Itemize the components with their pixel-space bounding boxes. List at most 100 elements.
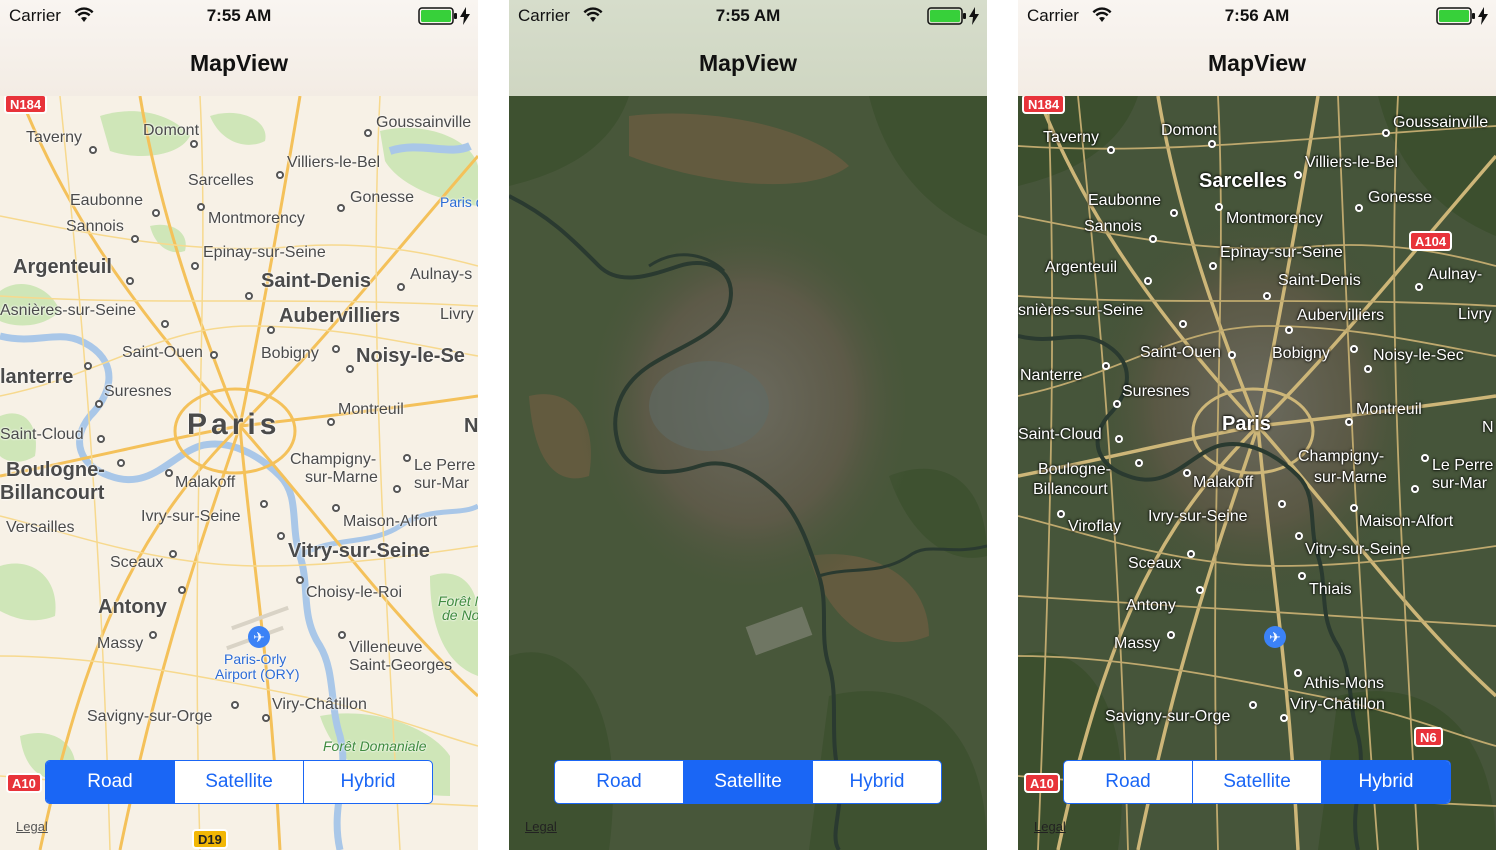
place-label: Suresnes <box>104 383 172 400</box>
place-label: Sarcelles <box>1199 170 1287 192</box>
place-label: Vitry-sur-Seine <box>288 540 430 562</box>
place-dot <box>1364 365 1372 373</box>
place-dot <box>337 204 345 212</box>
map-view-hybrid[interactable]: N184 A104 N6 A10 Taverny Domont Goussain… <box>1018 96 1496 850</box>
place-label: Domont <box>143 122 200 139</box>
place-dot <box>1113 400 1121 408</box>
route-shield: N184 <box>1022 96 1066 114</box>
place-dot <box>178 586 186 594</box>
place-dot <box>1057 510 1065 518</box>
place-label: Argenteuil <box>13 256 112 278</box>
place-label: lanterre <box>0 366 74 388</box>
place-label: Aubervilliers <box>1297 307 1385 324</box>
place-label: N <box>1482 419 1494 436</box>
place-dot <box>197 203 205 211</box>
place-dot <box>260 500 268 508</box>
place-label: Sarcelles <box>188 172 254 189</box>
status-bar: Carrier 7:55 AM <box>509 0 987 32</box>
charging-bolt-icon <box>1478 7 1488 25</box>
segment-hybrid[interactable]: Hybrid <box>304 761 432 803</box>
legal-link[interactable]: Legal <box>525 819 557 834</box>
place-dot <box>1285 326 1293 334</box>
place-label: Saint-Cloud <box>0 426 84 443</box>
place-dot <box>262 714 270 722</box>
place-label: Noisy-le-Sec <box>1373 347 1464 364</box>
place-label: Gonesse <box>350 189 415 206</box>
place-label: Paris-Orly <box>224 651 287 667</box>
airport-icon: ✈ <box>1264 626 1286 648</box>
route-shield: N184 <box>4 96 48 114</box>
place-dot <box>1228 351 1236 359</box>
segment-hybrid[interactable]: Hybrid <box>1322 761 1450 803</box>
place-label: Antony <box>1126 597 1176 614</box>
map-type-segmented-control[interactable]: Road Satellite Hybrid <box>554 760 942 804</box>
route-shield: A104 <box>1409 231 1453 251</box>
place-label: Champigny- <box>1298 448 1385 465</box>
place-dot <box>161 320 169 328</box>
place-label: sur-Marne <box>1314 469 1387 486</box>
place-dot <box>89 146 97 154</box>
map-view-satellite[interactable]: Legal <box>509 96 987 850</box>
place-label: Champigny- <box>290 451 377 468</box>
route-shield: A10 <box>6 773 42 793</box>
place-label: Montmorency <box>1226 210 1323 227</box>
page-title: MapView <box>190 50 288 76</box>
place-dot <box>1115 435 1123 443</box>
segment-satellite[interactable]: Satellite <box>175 761 304 803</box>
segment-satellite[interactable]: Satellite <box>1193 761 1322 803</box>
place-dot <box>117 459 125 467</box>
place-dot <box>1135 459 1143 467</box>
place-dot <box>149 631 157 639</box>
legal-link[interactable]: Legal <box>16 819 48 834</box>
clock: 7:56 AM <box>1224 6 1290 25</box>
place-label: Argenteuil <box>1045 259 1118 276</box>
segment-road[interactable]: Road <box>46 761 175 803</box>
place-label: Aubervilliers <box>279 305 401 327</box>
airport-icon: ✈ <box>248 626 270 648</box>
place-label: Eaubonne <box>70 192 143 209</box>
place-dot <box>191 262 199 270</box>
place-dot <box>397 283 405 291</box>
page-title: MapView <box>1208 50 1306 76</box>
place-label: Goussainville <box>1393 114 1489 131</box>
map-view-road[interactable]: N184 A10 D19 Taverny Domont Goussainvill… <box>0 96 478 850</box>
place-dot <box>364 129 372 137</box>
place-label: Sceaux <box>1128 555 1182 572</box>
place-label: Choisy-le-Roi <box>306 584 403 601</box>
place-dot <box>393 485 401 493</box>
place-label: Billancourt <box>0 482 105 504</box>
phone-screen-hybrid: Carrier 7:56 AM MapView N184 A104 N6 A10… <box>1018 0 1496 850</box>
place-dot <box>1144 277 1152 285</box>
segment-road[interactable]: Road <box>1064 761 1193 803</box>
place-label: Ivry-sur-Seine <box>1148 508 1248 525</box>
map-type-segmented-control[interactable]: Road Satellite Hybrid <box>45 760 433 804</box>
place-label: Taverny <box>1043 129 1100 146</box>
place-label: Antony <box>98 596 167 618</box>
place-dot <box>332 345 340 353</box>
satellite-imagery <box>509 96 987 850</box>
place-label: Ivry-sur-Seine <box>141 508 241 525</box>
place-label: Le Perre <box>414 457 476 474</box>
place-dot <box>1208 140 1216 148</box>
place-dot <box>267 326 275 334</box>
place-dot <box>231 701 239 709</box>
place-dot <box>1183 469 1191 477</box>
place-label: Sceaux <box>110 554 164 571</box>
place-label: Forêt N <box>438 593 478 609</box>
place-label: Saint-Georges <box>349 657 453 674</box>
place-label: Saint-Denis <box>261 270 372 292</box>
place-label: Saint-Denis <box>1278 272 1361 289</box>
place-dot <box>1278 500 1286 508</box>
segment-road[interactable]: Road <box>555 761 684 803</box>
legal-link[interactable]: Legal <box>1034 819 1066 834</box>
map-type-segmented-control[interactable]: Road Satellite Hybrid <box>1063 760 1451 804</box>
place-label: Airport (ORY) <box>215 666 300 682</box>
place-label: sur-Mar <box>1432 475 1488 492</box>
clock: 7:55 AM <box>715 6 781 25</box>
place-label: Gonesse <box>1368 189 1433 206</box>
segment-satellite[interactable]: Satellite <box>684 761 813 803</box>
place-label: Sannois <box>66 218 124 235</box>
place-label-city: Paris <box>1222 413 1271 435</box>
place-dot <box>338 631 346 639</box>
segment-hybrid[interactable]: Hybrid <box>813 761 941 803</box>
